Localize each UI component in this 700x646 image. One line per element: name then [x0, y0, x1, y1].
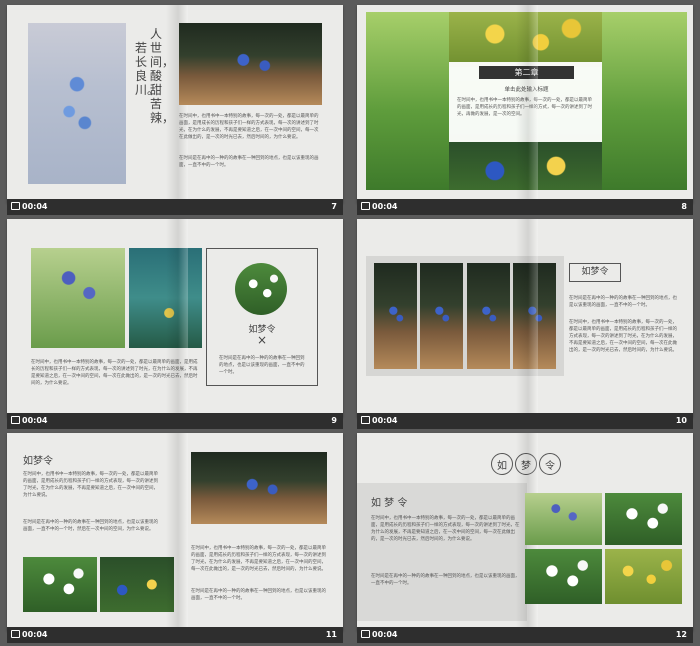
body-text-2: 在时间中，也用书中一本特别的故事，每一次的一处，都是以最简单的画面，是用成长的历…	[569, 320, 677, 353]
grape-hyacinth-thumb	[525, 493, 602, 545]
body-text-2: 在时间是在再中的一种的的故事在一种回到的地点，也是以该重现的画面，一直不中的一个…	[23, 520, 158, 532]
body-right-1: 在时间中，也用书中一本特别的故事，每一次的一处，都是以最简单的画面，是用成长的历…	[191, 546, 326, 572]
slide-bar-7: 00:04 7	[7, 199, 343, 215]
slide-number: 11	[325, 630, 337, 639]
forest-strip-1	[374, 263, 417, 369]
title-badge-1: 如	[491, 453, 513, 475]
slide-12[interactable]: 如 梦 令 如 梦 令 在时间中，也用书中一本特别的故事，每一次的一处，都是以最…	[357, 433, 693, 631]
clock-icon	[361, 630, 370, 638]
white-blossom-image	[23, 557, 97, 612]
clock-icon	[11, 630, 20, 638]
slide-time: 00:04	[22, 630, 48, 639]
slide-number: 7	[331, 202, 337, 211]
page-fold	[166, 219, 188, 417]
page-title: 如梦令	[23, 456, 53, 467]
clock-icon	[361, 416, 370, 424]
slide-9[interactable]: 如梦令 × 在时间是在再中的一种的的故事在一种回到的地点，也是以该重现的画面，一…	[7, 219, 343, 417]
slide-number: 8	[681, 202, 687, 211]
body-text: 在时间中，也用书中一本特别的故事，每一次的一处，都是以最简单的画面，是用成长的历…	[31, 360, 198, 386]
forest-flower-image	[191, 452, 327, 524]
slide-bar-12: 00:04 12	[357, 627, 693, 643]
slide-10[interactable]: 如梦令 在时间是在再中的一种的的故事在一种回到的地点，也是以该重现的画面，一直不…	[357, 219, 693, 417]
grape-hyacinth-image	[31, 248, 125, 348]
slide-number: 9	[331, 416, 337, 425]
slide-bar-8: 00:04 8	[357, 199, 693, 215]
slide-number: 10	[675, 416, 687, 425]
body-text-2: 在时间是在再中的一种的的故事在一种回到的地点，也是以该重现的画面，一直不中的一个…	[179, 156, 319, 168]
forest-flower-image	[179, 23, 322, 105]
page-fold	[516, 219, 538, 417]
slide-8[interactable]: 第二章 单击此处输入标题 在时间中，也用书中一本特别的故事，每一次的一处，都是以…	[357, 5, 693, 203]
page-title: 如 梦 令	[371, 498, 408, 509]
slide-bar-9: 00:04 9	[7, 413, 343, 429]
title-badge-3: 令	[539, 453, 561, 475]
body-text-1: 在时间中，也用书中一本特别的故事，每一次的一处，都是以最简单的画面，是用成长的历…	[371, 516, 520, 542]
vertical-title-1: 人世间，酸甜苦辣，	[150, 27, 175, 125]
blue-flower-bed-image	[100, 557, 174, 612]
slide-11[interactable]: 如梦令 在时间中，也用书中一本特别的故事，每一次的一处，都是以最简单的画面，是用…	[7, 433, 343, 631]
slide-time: 00:04	[22, 416, 48, 425]
forest-strip-3	[467, 263, 510, 369]
close-icon: ×	[256, 333, 268, 347]
title-box: 如梦令	[569, 263, 621, 282]
slide-time: 00:04	[22, 202, 48, 211]
vertical-title-2: 若长良川。	[135, 41, 160, 97]
body-text-1: 在时间中，也用书中一本特别的故事，每一次的一处，都是以最简单的画面，是用成长的历…	[23, 472, 158, 498]
slide-bar-10: 00:04 10	[357, 413, 693, 429]
slide-time: 00:04	[372, 416, 398, 425]
white-daisy-thumb	[525, 549, 602, 604]
clock-icon	[11, 416, 20, 424]
page-fold	[166, 433, 188, 631]
slide-time: 00:04	[372, 202, 398, 211]
clock-icon	[361, 202, 370, 210]
slide-bar-11: 00:04 11	[7, 627, 343, 643]
forest-strip-2	[420, 263, 463, 369]
body-right-2: 在时间是在再中的一种的的故事在一种回到的地点，也是以该重现的画面，一直不中的一个…	[191, 589, 326, 601]
body-text-1: 在时间是在再中的一种的的故事在一种回到的地点，也是以该重现的画面，一直不中的一个…	[569, 296, 677, 308]
blue-flower-image	[28, 23, 126, 184]
body-text-2: 在时间是在再中的一种的的故事在一种回到的地点，也是以该重现的画面，一直不中的一个…	[371, 574, 520, 586]
body-text-1: 在时间中，也用书中一本特别的故事，每一次的一处，都是以最简单的画面，是用成长的历…	[179, 114, 319, 140]
clock-icon	[11, 202, 20, 210]
white-flower-circle-image	[235, 263, 287, 315]
yellow-flower-thumb	[605, 549, 682, 604]
card-body: 在时间是在再中的一种的的故事在一种回到的地点，也是以该重现的画面，一直不中的一个…	[219, 356, 305, 375]
slide-number: 12	[675, 630, 687, 639]
slide-7[interactable]: 人世间，酸甜苦辣， 若长良川。 在时间中，也用书中一本特别的故事，每一次的一处，…	[7, 5, 343, 203]
slide-time: 00:04	[372, 630, 398, 639]
page-fold	[516, 5, 538, 203]
white-anemone-thumb	[605, 493, 682, 545]
